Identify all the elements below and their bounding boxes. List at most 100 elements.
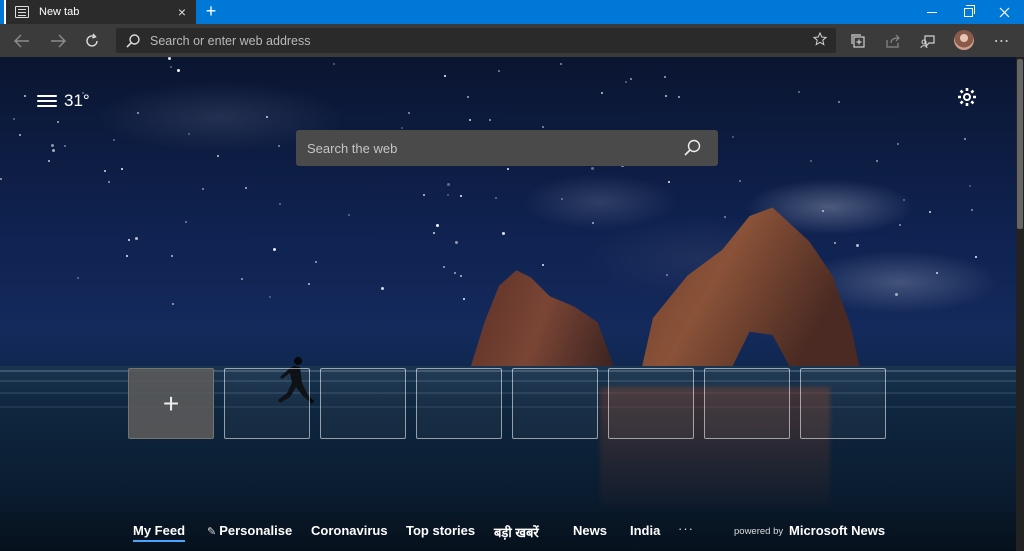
- star: [245, 187, 247, 189]
- star: [507, 168, 509, 170]
- star: [0, 178, 2, 180]
- star: [678, 96, 680, 98]
- close-window-button[interactable]: [986, 0, 1022, 24]
- star: [502, 232, 505, 235]
- tab-india[interactable]: India: [630, 523, 660, 538]
- star: [498, 70, 500, 72]
- star: [104, 170, 106, 172]
- address-bar[interactable]: [116, 28, 836, 53]
- tab-hindi-headlines[interactable]: बड़ी खबरें: [494, 523, 539, 541]
- star: [666, 274, 668, 276]
- star: [810, 160, 812, 162]
- microsoft-news-brand: Microsoft News: [789, 523, 886, 538]
- gear-icon[interactable]: [956, 87, 978, 109]
- star: [822, 210, 824, 212]
- web-search-box[interactable]: [296, 130, 718, 166]
- share-button[interactable]: [879, 28, 907, 54]
- star: [454, 272, 456, 274]
- star: [739, 180, 741, 182]
- forward-button[interactable]: [44, 28, 72, 54]
- star: [113, 139, 115, 141]
- star: [333, 63, 335, 65]
- collections-icon: [851, 34, 865, 48]
- star: [495, 197, 497, 199]
- quick-link-tile[interactable]: [224, 368, 310, 439]
- search-icon[interactable]: [680, 136, 704, 160]
- star: [447, 183, 450, 186]
- star: [401, 127, 403, 129]
- favorite-star-icon[interactable]: [810, 31, 830, 49]
- address-input[interactable]: [150, 33, 810, 48]
- star: [436, 224, 439, 227]
- star: [51, 144, 54, 147]
- weather-widget[interactable]: 31°: [37, 91, 90, 111]
- star: [202, 188, 204, 190]
- star: [177, 69, 180, 72]
- tab-my-feed[interactable]: My Feed: [133, 523, 186, 542]
- star: [936, 272, 938, 274]
- star: [732, 136, 734, 138]
- page-scrollbar[interactable]: [1016, 57, 1024, 551]
- web-search-input[interactable]: [307, 140, 680, 156]
- scrollbar-thumb[interactable]: [1017, 59, 1023, 229]
- feedback-button[interactable]: [914, 28, 942, 54]
- star: [266, 116, 268, 118]
- quick-link-tile[interactable]: [512, 368, 598, 439]
- quick-link-tile[interactable]: [608, 368, 694, 439]
- refresh-icon: [86, 33, 98, 47]
- star: [469, 119, 471, 121]
- tab-news[interactable]: News: [573, 523, 607, 538]
- star: [542, 126, 544, 128]
- quick-link-tile[interactable]: [704, 368, 790, 439]
- star: [838, 101, 840, 103]
- star: [971, 209, 973, 211]
- minimize-button[interactable]: [914, 0, 950, 24]
- more-tabs-button[interactable]: ···: [678, 521, 694, 536]
- star: [903, 199, 905, 201]
- star: [460, 275, 462, 277]
- haze-icon: [37, 93, 57, 109]
- feedback-icon: [920, 35, 935, 49]
- new-tab-page-icon: [15, 6, 29, 18]
- tab-coronavirus[interactable]: Coronavirus: [311, 523, 388, 538]
- star: [601, 92, 603, 94]
- star: [381, 287, 384, 290]
- star: [315, 261, 317, 263]
- star: [241, 278, 243, 280]
- star: [57, 121, 59, 123]
- tab-personalise[interactable]: ✎ Personalise: [207, 523, 292, 538]
- profile-avatar[interactable]: [954, 30, 974, 50]
- star: [278, 145, 280, 147]
- pencil-icon: ✎: [207, 526, 217, 538]
- star: [170, 66, 172, 68]
- tab-new-tab[interactable]: New tab ×: [4, 0, 196, 24]
- refresh-button[interactable]: [78, 28, 106, 54]
- quick-link-tile[interactable]: [320, 368, 406, 439]
- collections-button[interactable]: [844, 28, 872, 54]
- weather-temperature: 31°: [64, 91, 90, 110]
- star: [273, 248, 276, 251]
- star: [121, 168, 123, 170]
- star: [279, 203, 281, 205]
- star: [171, 255, 173, 257]
- star: [668, 181, 670, 183]
- star: [433, 232, 435, 234]
- add-site-tile[interactable]: +: [128, 368, 214, 439]
- star: [895, 293, 898, 296]
- tab-personalise-label: Personalise: [219, 523, 293, 538]
- star: [489, 119, 491, 121]
- star: [348, 214, 350, 216]
- close-tab-icon[interactable]: ×: [174, 4, 190, 20]
- quick-link-tile[interactable]: [800, 368, 886, 439]
- back-icon: [14, 34, 29, 48]
- new-tab-button[interactable]: +: [200, 0, 222, 24]
- restore-button[interactable]: [950, 0, 986, 24]
- star: [460, 195, 462, 197]
- star: [964, 138, 966, 140]
- quick-link-tile[interactable]: [416, 368, 502, 439]
- tab-top-stories[interactable]: Top stories: [406, 523, 475, 538]
- more-button[interactable]: ⋯: [988, 28, 1016, 54]
- restore-icon: [963, 4, 975, 17]
- star: [269, 296, 271, 298]
- back-button[interactable]: [8, 28, 36, 54]
